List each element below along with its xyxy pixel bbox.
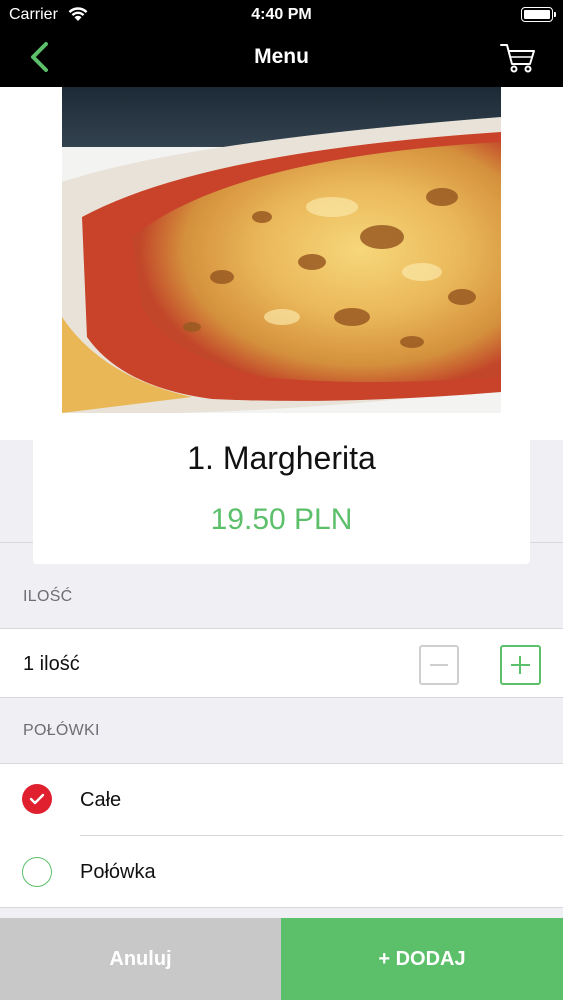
option-label-whole[interactable]: Całe [80,789,121,812]
halves-section-header: POŁÓWKI [23,722,100,739]
option-label-half[interactable]: Połówka [80,861,156,884]
quantity-value: 1 ilość [23,653,80,675]
status-bar: Carrier 4:40 PM [0,0,563,30]
minus-icon[interactable] [419,645,459,685]
divider [0,697,563,698]
status-time: 4:40 PM [251,6,312,23]
add-button[interactable]: + DODAJ [281,918,563,1000]
cart-icon[interactable] [499,42,537,74]
divider [0,907,563,908]
product-price: 19.50 PLN [210,503,353,536]
product-image [62,87,501,413]
page-title: Menu [254,45,309,68]
plus-icon[interactable] [500,645,541,685]
battery-icon [521,7,556,22]
radio-checked-icon[interactable] [22,784,52,814]
quantity-section-header: ILOŚĆ [23,588,73,605]
quantity-row [0,629,563,697]
divider [80,835,563,836]
product-name: 1. Margherita [187,440,376,476]
checkmark-icon [29,793,45,805]
radio-unchecked-icon[interactable] [22,857,52,887]
cancel-button[interactable]: Anuluj [0,918,281,1000]
top-bar: Carrier 4:40 PM Menu [0,0,563,87]
